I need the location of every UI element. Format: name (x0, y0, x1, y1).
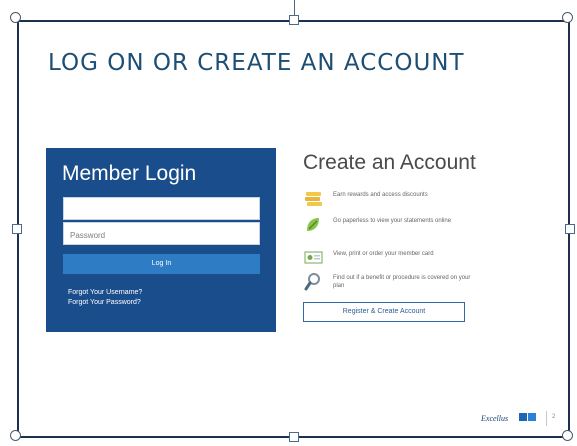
benefit-item-coverage: Find out if a benefit or procedure is co… (303, 271, 483, 299)
benefit-text: Go paperless to view your statements onl… (333, 218, 452, 224)
svg-text:Excellus: Excellus (481, 414, 508, 423)
resize-handle-bottom[interactable] (289, 432, 299, 442)
resize-handle-right[interactable] (565, 224, 575, 234)
benefit-item-rewards: Earn rewards and access discounts (303, 188, 483, 216)
excellus-logo: Excellus (481, 413, 536, 423)
resize-handle-left[interactable] (12, 224, 22, 234)
benefit-text: Find out if a benefit or procedure is co… (333, 275, 471, 289)
login-button[interactable]: Log In (63, 254, 260, 274)
member-login-panel: Member Login Password Log In Forgot Your… (46, 148, 276, 332)
username-field[interactable] (63, 197, 260, 220)
resize-handle-bottom-left[interactable] (10, 430, 21, 441)
create-account-heading: Create an Account (303, 151, 476, 174)
resize-handle-top[interactable] (289, 15, 299, 25)
rotate-handle-line[interactable] (294, 0, 295, 16)
benefit-text: View, print or order your member card (333, 251, 434, 257)
page-title: LOG ON OR CREATE AN ACCOUNT (48, 50, 465, 76)
footer-divider (546, 411, 547, 426)
paperless-leaf-icon (307, 218, 319, 231)
resize-handle-bottom-right[interactable] (562, 430, 573, 441)
resize-handle-top-right[interactable] (562, 12, 573, 23)
coins-icon (305, 192, 322, 206)
password-field[interactable]: Password (63, 222, 260, 245)
magnifier-icon (304, 273, 320, 291)
register-create-account-button[interactable]: Register & Create Account (303, 302, 465, 322)
member-login-heading: Member Login (62, 162, 197, 185)
benefit-text: Earn rewards and access discounts (333, 192, 428, 198)
page-number: 2 (552, 414, 556, 420)
forgot-username-link[interactable]: Forgot Your Username? (68, 289, 142, 296)
benefit-item-paperless: Go paperless to view your statements onl… (303, 214, 483, 242)
forgot-password-link[interactable]: Forgot Your Password? (68, 299, 141, 306)
member-card-icon (304, 251, 323, 264)
resize-handle-top-left[interactable] (10, 12, 21, 23)
